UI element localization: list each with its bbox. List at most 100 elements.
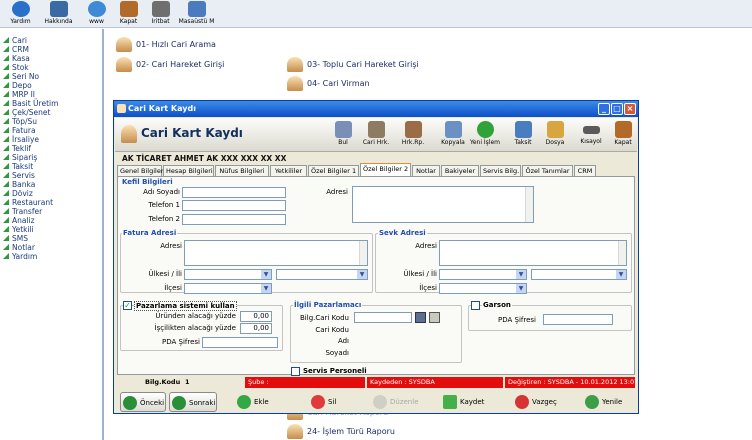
sidebar-item-yardim[interactable]: Yardım: [3, 253, 37, 261]
sidebar-item-mrp[interactable]: MRP II: [3, 91, 35, 99]
service-staff-label[interactable]: Servis Personeli: [303, 367, 367, 375]
scrollbar[interactable]: [359, 241, 367, 265]
previous-button[interactable]: Önceki: [120, 392, 166, 412]
maximize-button[interactable]: □: [611, 103, 623, 115]
tab-genel-bilgiler[interactable]: Genel Bilgiler: [117, 165, 164, 176]
edit-button[interactable]: Düzenle: [373, 392, 419, 412]
sidebar-item-seri-no[interactable]: Seri No: [3, 73, 39, 81]
sidebar-item-siparis[interactable]: Sipariş: [3, 154, 37, 162]
kefil-phone1-input[interactable]: [182, 200, 286, 211]
menu-link-cari-hareket-girisi[interactable]: 02- Cari Hareket Girişi: [116, 57, 224, 73]
tab-yetkililer[interactable]: Yetkililer: [270, 165, 307, 176]
garson-checkbox[interactable]: ✓: [471, 301, 480, 310]
minimize-button[interactable]: _: [598, 103, 610, 115]
hrk-rp-button[interactable]: Hrk.Rp.: [397, 120, 429, 150]
copy-button[interactable]: Kopyala: [437, 120, 469, 150]
add-button[interactable]: Ekle: [237, 392, 269, 412]
sidebar-item-transfer[interactable]: Transfer: [3, 208, 42, 216]
sidebar-item-top-su[interactable]: Töp/Su: [3, 118, 37, 126]
sevk-district-select[interactable]: ▼: [439, 283, 527, 294]
sidebar-item-taksit[interactable]: Taksit: [3, 163, 33, 171]
fatura-country-select[interactable]: ▼: [184, 269, 272, 280]
fatura-district-select[interactable]: ▼: [184, 283, 272, 294]
marketing-checkbox-label[interactable]: Pazarlama sistemi kullan: [134, 301, 237, 311]
sidebar-item-depo[interactable]: Depo: [3, 82, 32, 90]
fatura-city-select[interactable]: ▼: [276, 269, 368, 280]
sidebar-item-notlar[interactable]: Notlar: [3, 244, 35, 252]
file-button[interactable]: Dosya: [539, 120, 571, 150]
menu-link-hizli-cari-arama[interactable]: 01- Hızlı Cari Arama: [116, 37, 216, 53]
shortcut-button[interactable]: Kısayol: [575, 120, 607, 150]
tab-ozel-tanimlar[interactable]: Özel Tanımlar: [522, 165, 573, 176]
fatura-address-input[interactable]: [184, 240, 368, 266]
sevk-city-select[interactable]: ▼: [531, 269, 627, 280]
tab-ozel-bilgiler-1[interactable]: Özel Bilgiler 1: [308, 165, 359, 176]
sidebar-item-crm[interactable]: CRM: [3, 46, 29, 54]
help-toolbar-button[interactable]: Yardım: [2, 0, 39, 28]
desktop-toolbar-button[interactable]: Masaüstü M: [178, 0, 215, 28]
kefil-phone2-input[interactable]: [182, 214, 286, 225]
sidebar-item-yetkili[interactable]: Yetkili: [3, 226, 34, 234]
sidebar-item-irsaliye[interactable]: İrsaliye: [3, 136, 39, 144]
find-button[interactable]: Bul: [327, 120, 359, 150]
tab-nufus-bilgileri[interactable]: Nüfus Bilgileri: [215, 165, 269, 176]
sevk-address-input[interactable]: [439, 240, 627, 266]
sidebar-item-restaurant[interactable]: Restaurant: [3, 199, 53, 207]
sevk-country-select[interactable]: ▼: [439, 269, 527, 280]
tab-servis-bilg[interactable]: Servis Bilg.: [480, 165, 521, 176]
menu-link-cari-virman[interactable]: 04- Cari Virman: [287, 76, 370, 92]
kefil-name-input[interactable]: [182, 187, 286, 198]
sidebar-item-fatura[interactable]: Fatura: [3, 127, 36, 135]
close-button[interactable]: ×: [624, 103, 636, 115]
contact-toolbar-button[interactable]: İritbat: [142, 0, 179, 28]
cancel-button[interactable]: Vazgeç: [515, 392, 557, 412]
close-dialog-button[interactable]: Kapat: [607, 120, 639, 150]
refresh-button[interactable]: Yenile: [585, 392, 622, 412]
product-percent-input[interactable]: 0,00: [240, 311, 272, 322]
sidebar-item-sms[interactable]: SMS: [3, 235, 28, 243]
garson-pda-input[interactable]: [543, 314, 613, 325]
dialog-title-bar[interactable]: Cari Kart Kaydı _ □ ×: [114, 101, 638, 117]
tab-bakiyeler[interactable]: Bakiyeler: [441, 165, 479, 176]
scrollbar[interactable]: [618, 241, 626, 265]
sidebar-item-doviz[interactable]: Döviz: [3, 190, 33, 198]
marketing-checkbox[interactable]: ✓: [123, 301, 132, 310]
tab-notlar[interactable]: Notlar: [412, 165, 440, 176]
cancel-icon: [515, 395, 529, 409]
kefil-address-input[interactable]: [352, 186, 534, 223]
chevron-down-icon: ▼: [516, 270, 526, 279]
new-transaction-button[interactable]: Yeni İşlem: [469, 120, 501, 150]
about-toolbar-button[interactable]: Hakkında: [40, 0, 77, 28]
bilg-cari-kodu-input[interactable]: [354, 312, 412, 323]
menu-link-islem-turu-raporu[interactable]: 24- İşlem Türü Raporu: [287, 424, 395, 440]
sidebar-item-servis[interactable]: Servis: [3, 172, 35, 180]
edit-icon[interactable]: [429, 312, 440, 323]
save-button[interactable]: Kaydet: [443, 392, 484, 412]
sidebar-item-kasa[interactable]: Kasa: [3, 55, 30, 63]
arrow-icon: [3, 109, 9, 115]
installment-button[interactable]: Taksit: [507, 120, 539, 150]
tab-crm[interactable]: CRM: [574, 165, 596, 176]
marketing-pda-label: PDA Şifresi: [162, 338, 200, 346]
sidebar-item-banka[interactable]: Banka: [3, 181, 35, 189]
cari-kodu-label: Cari Kodu: [315, 326, 349, 334]
sidebar-item-teklif[interactable]: Teklif: [3, 145, 31, 153]
marketing-pda-input[interactable]: [202, 337, 278, 348]
sidebar-item-cari[interactable]: Cari: [3, 37, 27, 45]
tab-hesap-bilgileri[interactable]: Hesap Bilgileri: [163, 165, 214, 176]
scrollbar[interactable]: [525, 187, 533, 222]
next-button[interactable]: Sonraki: [169, 392, 217, 412]
sidebar-item-cek-senet[interactable]: Çek/Senet: [3, 109, 50, 117]
tab-ozel-bilgiler-2[interactable]: Özel Bilgiler 2: [360, 163, 411, 176]
record-status-bar: Bilg.Kodu 1 Şube : Kaydeden : SYSDBA Değ…: [117, 377, 649, 388]
sidebar-item-analiz[interactable]: Analiz: [3, 217, 35, 225]
cari-hrk-button[interactable]: Cari Hrk.: [360, 120, 392, 150]
labor-percent-input[interactable]: 0,00: [240, 323, 272, 334]
delete-button[interactable]: Sil: [311, 392, 336, 412]
service-staff-checkbox[interactable]: ✓: [291, 367, 300, 376]
garson-checkbox-label[interactable]: Garson: [482, 301, 512, 309]
sidebar-item-stok[interactable]: Stok: [3, 64, 29, 72]
sidebar-item-basit-uretim[interactable]: Basit Üretim: [3, 100, 58, 108]
camera-icon[interactable]: [415, 312, 426, 323]
menu-link-toplu-cari-hareket[interactable]: 03- Toplu Cari Hareket Girişi: [287, 57, 419, 73]
